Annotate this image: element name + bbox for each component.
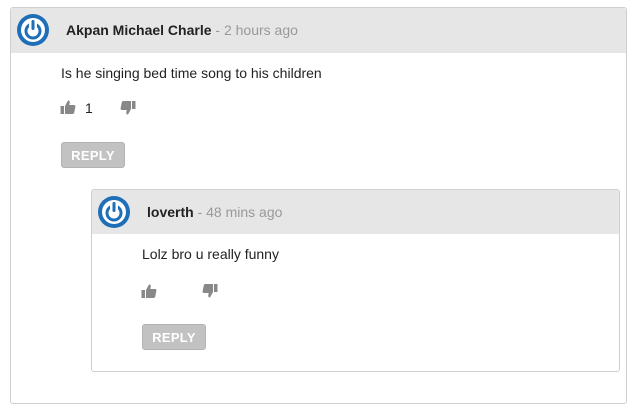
- comment-text: Is he singing bed time song to his child…: [61, 65, 322, 81]
- thumbs-up-icon[interactable]: [60, 99, 76, 115]
- avatar-icon[interactable]: [97, 195, 131, 229]
- comment-header: loverth - 48 mins ago: [92, 190, 619, 234]
- timestamp: - 2 hours ago: [211, 22, 298, 38]
- author-name[interactable]: Akpan Michael Charle: [66, 22, 212, 38]
- comment-text: Lolz bro u really funny: [142, 246, 279, 262]
- reply-comment-card: loverth - 48 mins ago Lolz bro u really …: [91, 189, 620, 372]
- thumbs-down-icon[interactable]: [120, 100, 136, 116]
- author-name[interactable]: loverth: [147, 204, 194, 220]
- reply-button[interactable]: REPLY: [61, 142, 125, 168]
- like-count: 1: [85, 100, 93, 116]
- thumbs-up-icon[interactable]: [141, 283, 157, 299]
- comment-meta: Akpan Michael Charle - 2 hours ago: [66, 8, 298, 53]
- comment-header: Akpan Michael Charle - 2 hours ago: [11, 8, 626, 53]
- timestamp: - 48 mins ago: [193, 204, 283, 220]
- thumbs-down-icon[interactable]: [202, 283, 218, 299]
- comment-meta: loverth - 48 mins ago: [147, 190, 282, 234]
- avatar-icon[interactable]: [16, 13, 50, 47]
- reply-button[interactable]: REPLY: [142, 324, 206, 350]
